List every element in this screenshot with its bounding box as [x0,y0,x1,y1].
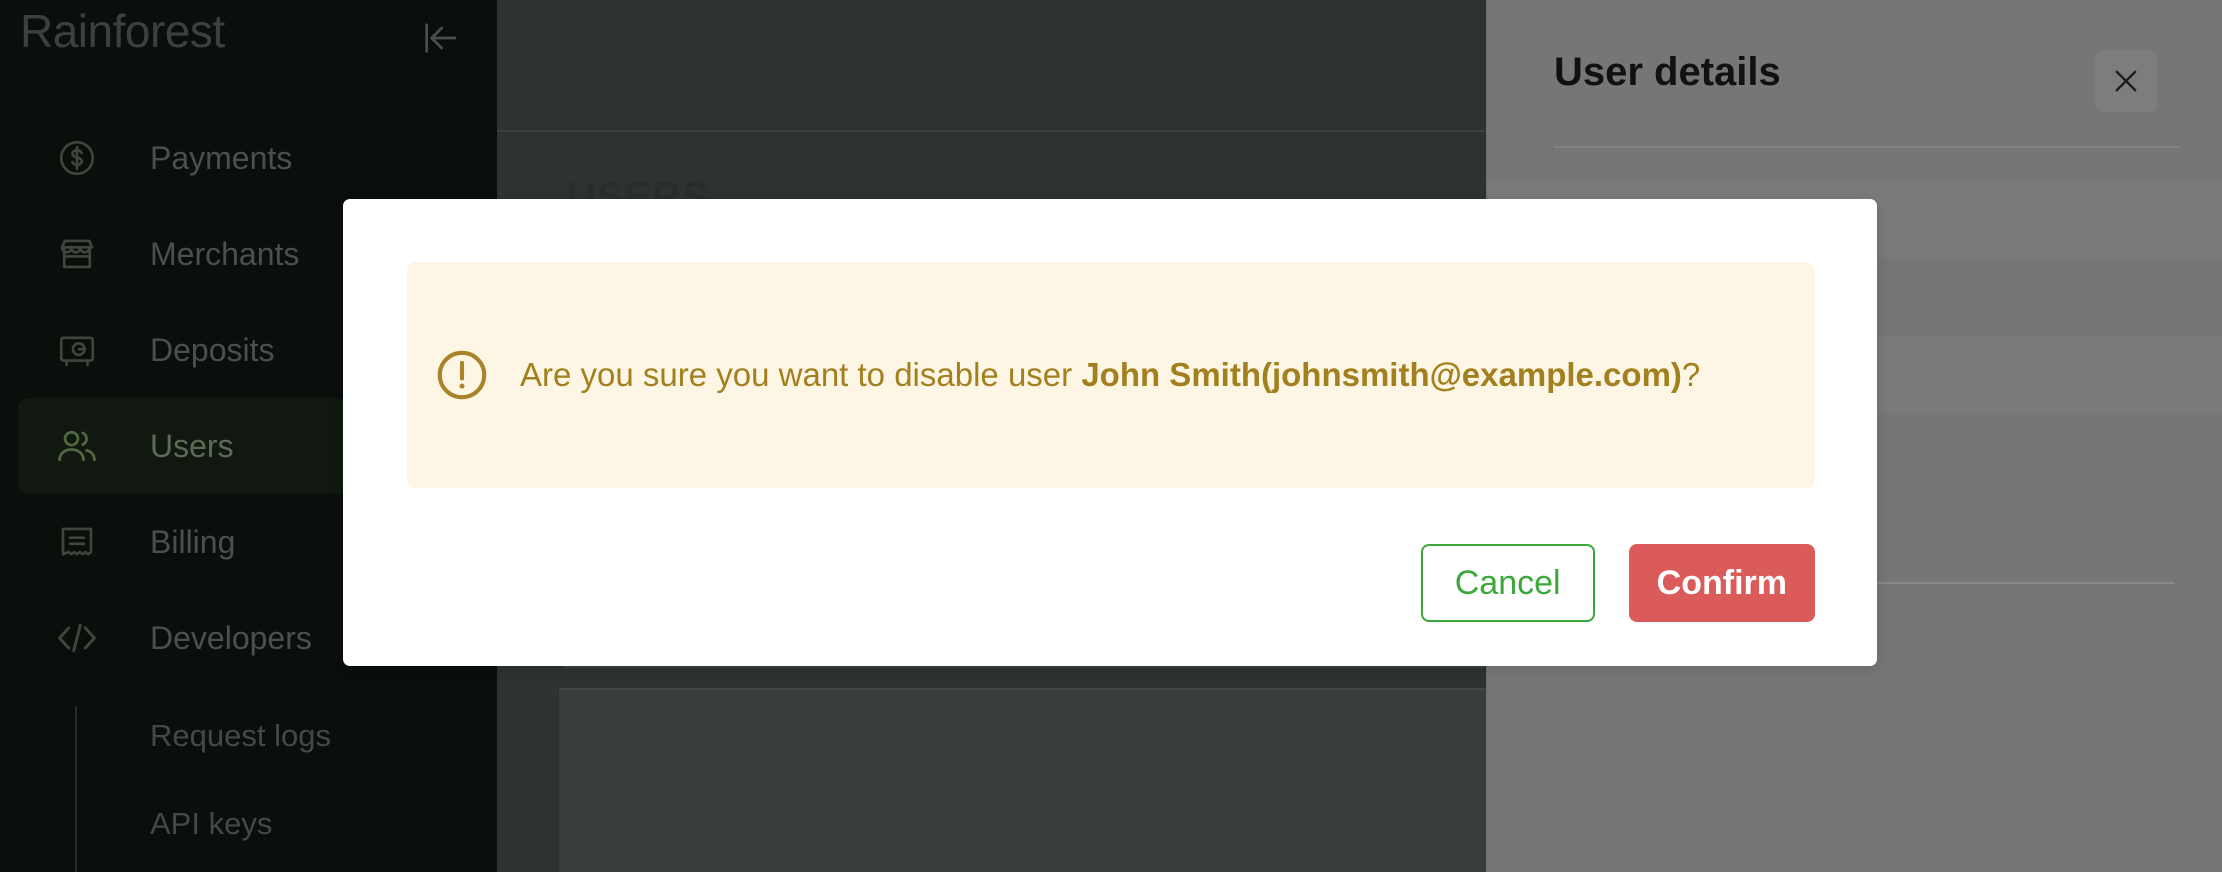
sidebar-item-label: Users [150,427,234,464]
warning-alert: Are you sure you want to disable user Jo… [407,262,1815,488]
sidebar-item-label: Deposits [150,331,275,368]
sidebar-subitem-label: API keys [150,806,273,841]
sidebar-subnav-developers: Request logs API keys [0,692,497,872]
sidebar-item-label: Merchants [150,235,300,272]
sidebar-item-label: Payments [150,139,293,176]
brand-logo-text: Rainforest [20,5,225,57]
users-table-footer [559,688,1559,872]
collapse-sidebar-icon[interactable] [412,10,468,66]
panel-divider [1554,146,2180,148]
safe-vault-icon [54,327,100,373]
app-root: Rainforest Payments Merchants Deposits U… [0,0,2222,872]
sidebar-item-label: Billing [150,523,236,560]
main-topbar [497,0,1487,132]
dollar-circle-icon [54,135,100,181]
user-details-header: User details [1487,0,2222,148]
storefront-icon [54,231,100,277]
alert-user-name: John Smith [1081,355,1261,393]
warning-alert-message: Are you sure you want to disable user Jo… [520,351,1700,400]
alert-suffix: ? [1681,355,1701,393]
panel-title: User details [1554,50,1781,94]
alert-user-email: (johnsmith@example.com) [1260,355,1682,393]
sidebar-brand-row: Rainforest [0,0,497,82]
receipt-icon [54,519,100,565]
confirm-button[interactable]: Confirm [1628,544,1815,622]
users-icon [54,423,100,469]
sidebar-item-label: Developers [150,619,312,656]
sidebar-item-payments[interactable]: Payments [18,110,479,206]
sidebar-subitem-label: Request logs [150,718,331,753]
code-brackets-icon [54,615,100,661]
modal-action-row: Cancel Confirm [1420,544,1815,622]
cancel-button[interactable]: Cancel [1420,544,1595,622]
close-icon[interactable] [2095,50,2157,112]
disable-user-confirmation-modal: Are you sure you want to disable user Jo… [343,199,1877,666]
exclamation-circle-icon [431,344,493,406]
alert-prefix: Are you sure you want to disable user [520,355,1082,393]
subnav-rail [75,706,77,872]
